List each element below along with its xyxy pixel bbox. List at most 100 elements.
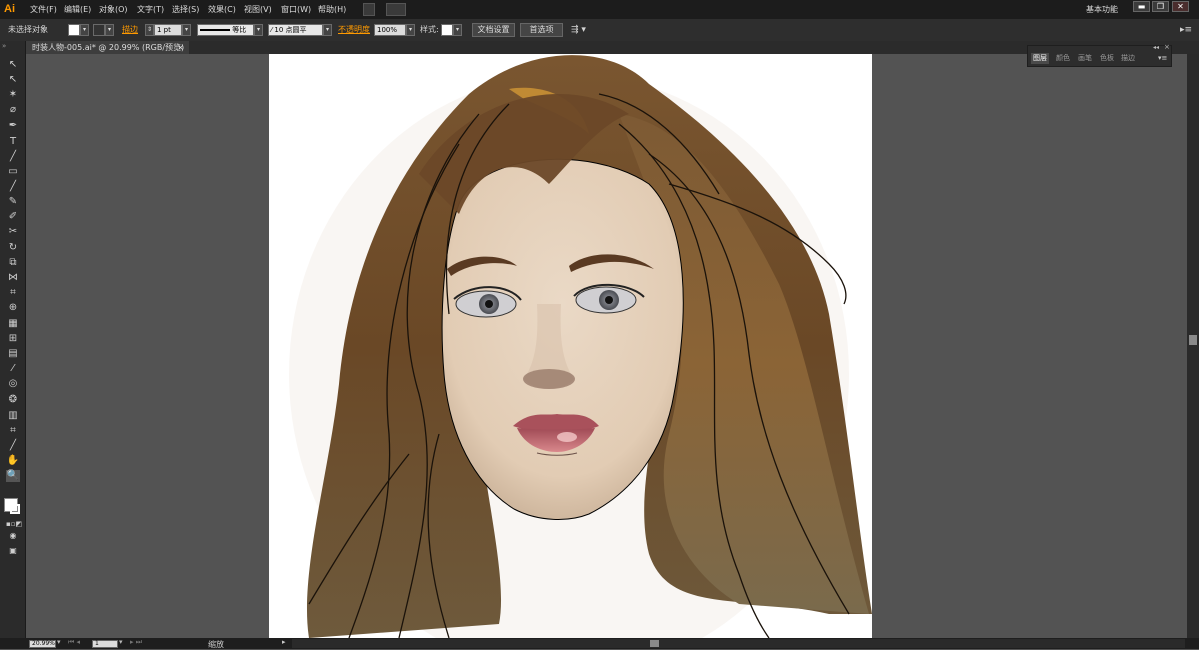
slice-tool-icon[interactable]: ╱	[6, 440, 20, 452]
zoom-field[interactable]: 20.99%	[29, 640, 56, 648]
direct-selection-tool-icon[interactable]: ↖	[6, 74, 20, 86]
fill-swatch[interactable]	[68, 24, 80, 36]
menu-object[interactable]: 对象(O)	[99, 0, 128, 19]
document-tab-close-icon[interactable]: ×	[177, 41, 184, 54]
opacity-field[interactable]: 100%	[374, 24, 406, 36]
vertical-scrollbar[interactable]	[1187, 54, 1199, 638]
rectangle-tool-icon[interactable]: ▭	[6, 166, 20, 178]
profile-label: 等比	[232, 26, 247, 34]
screen-mode-icon[interactable]: ▣	[6, 545, 20, 557]
tab-stroke[interactable]: 描边	[1121, 53, 1135, 64]
vertical-scroll-thumb[interactable]	[1189, 335, 1197, 345]
menu-file[interactable]: 文件(F)	[30, 0, 57, 19]
menu-effect[interactable]: 效果(C)	[208, 0, 236, 19]
arrange-documents-button[interactable]	[386, 3, 406, 16]
mesh-tool-icon[interactable]: ⊞	[6, 333, 20, 345]
artboard-nav-next-icons[interactable]: ▸ ⏭	[130, 638, 142, 647]
stroke-swatch[interactable]	[93, 24, 105, 36]
menu-view[interactable]: 视图(V)	[244, 0, 272, 19]
current-tool-status: 缩放	[208, 640, 224, 649]
document-tab[interactable]: 时装人物-005.ai* @ 20.99% (RGB/预览) ×	[26, 41, 189, 54]
artboard[interactable]	[269, 54, 872, 638]
free-transform-tool-icon[interactable]: ⌗	[6, 287, 20, 299]
hand-tool-icon[interactable]: ✋	[6, 455, 20, 467]
menu-select[interactable]: 选择(S)	[172, 0, 199, 19]
control-panel-menu-icon[interactable]: ▸≡	[1180, 19, 1192, 41]
symbol-sprayer-tool-icon[interactable]: ❂	[6, 394, 20, 406]
eraser-tool-icon[interactable]: ✂	[6, 226, 20, 238]
arrange-icon[interactable]: ⇶ ▾	[571, 19, 586, 41]
artboard-nav-prev-icons[interactable]: ⏮ ◂	[68, 638, 80, 647]
panel-collapse-icon[interactable]: ◂◂	[1153, 44, 1159, 51]
fill-dropdown[interactable]: ▾	[80, 24, 89, 36]
stroke-label[interactable]: 描边	[122, 19, 138, 41]
tab-layers[interactable]: 图层	[1031, 53, 1049, 64]
zoom-dropdown-icon[interactable]: ▾	[57, 638, 61, 646]
style-swatch[interactable]	[441, 24, 453, 36]
width-tool-icon[interactable]: ⋈	[6, 272, 20, 284]
stroke-weight-stepper[interactable]: ⇕	[145, 24, 154, 36]
stroke-color-icon[interactable]	[10, 504, 20, 514]
document-tab-title: 时装人物-005.ai* @ 20.99% (RGB/预览)	[32, 43, 185, 52]
pencil-tool-icon[interactable]: ✎	[6, 196, 20, 208]
brush-field[interactable]: ⁄ 10 点圆平	[268, 24, 323, 36]
perspective-grid-tool-icon[interactable]: ▦	[6, 318, 20, 330]
restore-button[interactable]: ❐	[1152, 1, 1169, 12]
stroke-dropdown[interactable]: ▾	[105, 24, 114, 36]
toolbar-collapse-icon[interactable]: »	[2, 42, 6, 50]
app-logo: Ai	[4, 3, 15, 15]
line-tool-icon[interactable]: ╱	[6, 151, 20, 163]
brush-label: 10 点圆平	[274, 26, 307, 34]
shape-builder-tool-icon[interactable]: ⊕	[6, 302, 20, 314]
horizontal-scrollbar[interactable]	[292, 639, 1185, 648]
blob-brush-tool-icon[interactable]: ✐	[6, 211, 20, 223]
pen-tool-icon[interactable]: ✒	[6, 120, 20, 132]
scale-tool-icon[interactable]: ⧉	[6, 257, 20, 269]
portrait-illustration	[289, 55, 872, 638]
status-menu-icon[interactable]: ▸	[282, 638, 286, 646]
magic-wand-tool-icon[interactable]: ✶	[6, 89, 20, 101]
preferences-button[interactable]: 首选项	[520, 23, 563, 37]
gradient-tool-icon[interactable]: ▤	[6, 348, 20, 360]
menu-type[interactable]: 文字(T)	[137, 0, 164, 19]
menu-help[interactable]: 帮助(H)	[318, 0, 346, 19]
blend-tool-icon[interactable]: ◎	[6, 378, 20, 390]
opacity-label[interactable]: 不透明度	[338, 19, 370, 41]
style-dropdown[interactable]: ▾	[453, 24, 462, 36]
brush-icon: ⁄	[271, 26, 273, 34]
brush-dropdown[interactable]: ▾	[323, 24, 332, 36]
rotate-tool-icon[interactable]: ↻	[6, 242, 20, 254]
stroke-weight-field[interactable]: 1 pt	[154, 24, 182, 36]
menu-window[interactable]: 窗口(W)	[281, 0, 311, 19]
minimize-button[interactable]: ▬	[1133, 1, 1150, 12]
tab-color[interactable]: 颜色	[1056, 53, 1070, 64]
tab-swatches[interactable]: 色板	[1100, 53, 1114, 64]
opacity-dropdown[interactable]: ▾	[406, 24, 415, 36]
menu-edit[interactable]: 编辑(E)	[64, 0, 91, 19]
paintbrush-tool-icon[interactable]: ╱	[6, 181, 20, 193]
workspace-switcher[interactable]: 基本功能	[1086, 0, 1118, 19]
close-window-button[interactable]: ✕	[1172, 1, 1189, 12]
profile-line-icon	[200, 29, 230, 31]
profile-dropdown[interactable]: ▾	[254, 24, 263, 36]
stroke-weight-dropdown[interactable]: ▾	[182, 24, 191, 36]
drawing-mode-icon[interactable]: ◉	[6, 530, 20, 542]
horizontal-scroll-thumb[interactable]	[650, 640, 659, 647]
bridge-button[interactable]	[363, 3, 375, 16]
eyedropper-tool-icon[interactable]: ⁄	[6, 363, 20, 375]
type-tool-icon[interactable]: T	[6, 136, 20, 148]
selection-status: 未选择对象	[8, 25, 48, 34]
column-graph-tool-icon[interactable]: ▥	[6, 410, 20, 422]
document-setup-button[interactable]: 文档设置	[472, 23, 515, 37]
artboard-tool-icon[interactable]: ⌗	[6, 425, 20, 437]
profile-field[interactable]: 等比	[197, 24, 254, 36]
tab-brushes[interactable]: 画笔	[1078, 53, 1092, 64]
selection-tool-icon[interactable]: ↖	[6, 59, 20, 71]
artboard-dropdown-icon[interactable]: ▾	[119, 638, 123, 646]
zoom-tool-icon[interactable]: 🔍	[6, 470, 20, 482]
artboard-number-field[interactable]: 1	[92, 640, 118, 648]
color-mode-icons[interactable]: ▪▫◩	[6, 518, 22, 530]
panel-close-icon[interactable]: ×	[1164, 43, 1170, 51]
panel-menu-icon[interactable]: ▾≡	[1158, 53, 1167, 64]
lasso-tool-icon[interactable]: ⌀	[6, 104, 20, 116]
